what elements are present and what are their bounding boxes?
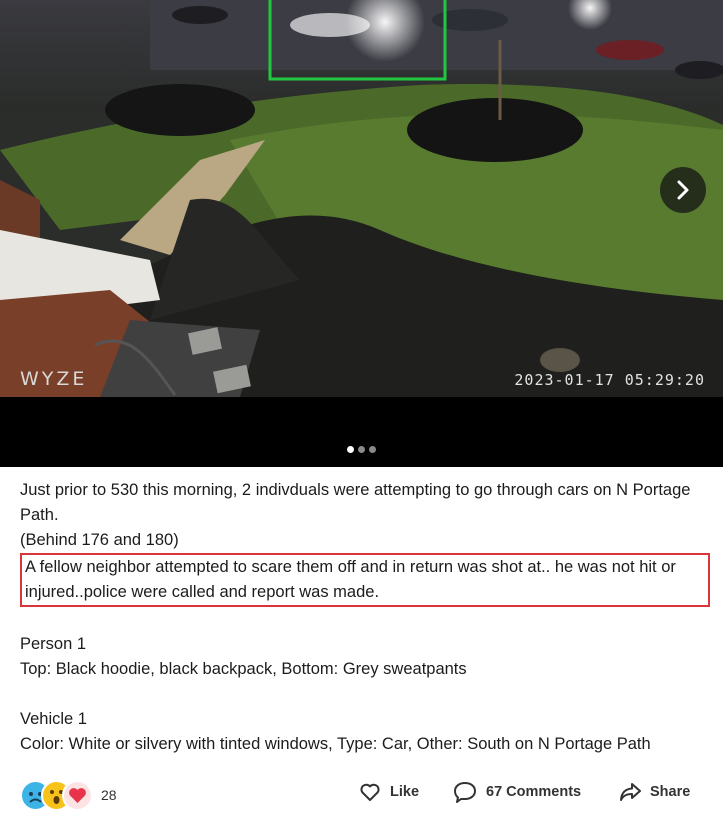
post-body: Just prior to 530 this morning, 2 indivd… <box>20 478 710 757</box>
security-camera-image[interactable] <box>0 0 723 397</box>
comment-bubble-icon <box>454 782 476 803</box>
share-arrow-icon <box>620 783 641 801</box>
carousel-dot[interactable] <box>358 446 365 453</box>
share-button[interactable]: Share <box>618 780 690 804</box>
like-button[interactable]: Like <box>358 780 419 804</box>
person-description: Top: Black hoodie, black backpack, Botto… <box>20 660 467 678</box>
camera-timestamp: 2023-01-17 05:29:20 <box>514 371 705 389</box>
carousel-dot[interactable] <box>369 446 376 453</box>
highlighted-text: A fellow neighbor attempted to scare the… <box>20 553 710 607</box>
carousel-indicator <box>0 446 723 453</box>
carousel-dot-active[interactable] <box>347 446 354 453</box>
heart-icon <box>62 780 93 811</box>
like-label: Like <box>390 784 420 800</box>
camera-watermark: WYZE <box>20 368 88 390</box>
share-label: Share <box>650 784 691 800</box>
comments-button[interactable]: 67 Comments <box>452 780 581 804</box>
reaction-count[interactable]: 28 <box>101 787 117 803</box>
chevron-right-icon <box>677 180 689 200</box>
post-media: WYZE 2023-01-17 05:29:20 <box>0 0 723 467</box>
post-line-intro: Just prior to 530 this morning, 2 indivd… <box>20 481 691 524</box>
next-image-button[interactable] <box>660 167 706 213</box>
post-actions-bar: 28 Like 67 Comments Share <box>0 772 723 818</box>
post-line-location: (Behind 176 and 180) <box>20 531 179 549</box>
vehicle-description: Color: White or silvery with tinted wind… <box>20 735 651 753</box>
comments-label: 67 Comments <box>486 784 582 800</box>
person-heading: Person 1 <box>20 635 87 653</box>
vehicle-heading: Vehicle 1 <box>20 710 87 728</box>
heart-outline-icon <box>360 783 380 801</box>
